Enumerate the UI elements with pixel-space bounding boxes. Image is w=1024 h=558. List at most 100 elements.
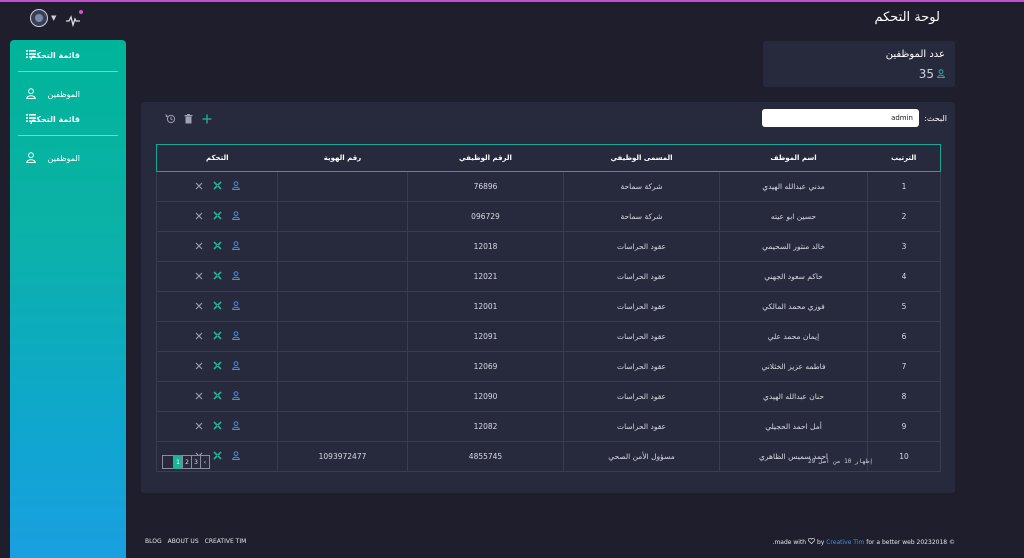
activity-icon[interactable]	[66, 10, 84, 28]
close-icon[interactable]	[195, 272, 203, 282]
user-icon[interactable]	[231, 241, 240, 252]
footer-links: BLOG ABOUT US CREATIVE TIM	[145, 538, 246, 545]
search-input[interactable]	[762, 109, 919, 127]
close-icon[interactable]	[195, 362, 203, 372]
pagination: 1 2 3 ‹	[162, 455, 210, 469]
column-header-rank[interactable]: الترتيب	[867, 144, 941, 172]
sidebar-item-label: قائمة التحكم	[30, 114, 80, 124]
edit-icon[interactable]	[212, 391, 222, 402]
column-header-employee-id[interactable]: الرقم الوظيفي	[407, 144, 564, 172]
column-header-name[interactable]: اسم الموظف	[719, 144, 868, 172]
footer-brand-link[interactable]: Creative Tim	[826, 539, 864, 546]
edit-icon[interactable]	[212, 421, 222, 432]
sidebar-item-dashboard-2[interactable]: قائمة التحكم	[10, 108, 126, 130]
sidebar-item-label: الموظفين	[47, 153, 80, 163]
user-icon[interactable]	[231, 451, 240, 462]
sidebar-item-employees-2[interactable]: الموظفين	[10, 147, 126, 169]
sidebar-item-label: قائمة التحكم	[30, 50, 80, 60]
footer-link-blog[interactable]: BLOG	[145, 538, 162, 545]
sidebar-item-dashboard[interactable]: قائمة التحكم	[10, 44, 126, 66]
edit-icon[interactable]	[212, 181, 222, 192]
user-icon[interactable]	[231, 181, 240, 192]
notification-dot	[79, 10, 84, 14]
user-icon[interactable]	[231, 301, 240, 312]
cell-national-id	[277, 171, 408, 202]
pagination-next-button[interactable]: ‹	[200, 455, 210, 469]
cell-job-title: شركة سماحة	[563, 201, 720, 232]
user-icon[interactable]	[231, 271, 240, 282]
cell-national-id	[277, 231, 408, 262]
cell-name: إيمان محمد علي	[719, 321, 868, 352]
close-icon[interactable]	[195, 392, 203, 402]
search-label: البحث:	[924, 114, 947, 123]
user-icon[interactable]	[231, 331, 240, 342]
cell-national-id	[277, 201, 408, 232]
close-icon[interactable]	[195, 332, 203, 342]
employee-count-value: 35	[918, 67, 934, 81]
edit-icon[interactable]	[212, 331, 222, 342]
cell-name: مدني عبدالله الهيدي	[719, 171, 868, 202]
cell-name: حنان عبدالله الهيدي	[719, 381, 868, 412]
list-icon	[26, 49, 36, 59]
list-icon	[26, 113, 36, 123]
footer-link-creative-tim[interactable]: CREATIVE TIM	[205, 538, 247, 545]
table-toolbar	[165, 113, 212, 124]
cell-job-title: عقود الحراسات	[563, 351, 720, 382]
user-icon[interactable]	[231, 421, 240, 432]
cell-name: فوزي محمد المالكي	[719, 291, 868, 322]
column-header-national-id[interactable]: رقم الهوية	[277, 144, 408, 172]
table-row: 10 احمد سميس الظاهري مسؤول الأمن الصحي 4855…	[156, 441, 941, 472]
cell-employee-id: 12069	[407, 351, 564, 382]
chevron-down-icon[interactable]: ▼	[51, 14, 56, 22]
cell-actions	[156, 411, 278, 442]
table-row: 2 حسين ابو عيته شركة سماحة 096729	[156, 201, 941, 232]
footer-link-about[interactable]: ABOUT US	[168, 538, 199, 545]
edit-icon[interactable]	[212, 241, 222, 252]
table-row: 3 خالد منثور السحيمي عقود الحراسات 12018	[156, 231, 941, 262]
cell-job-title: عقود الحراسات	[563, 261, 720, 292]
cell-rank: 9	[867, 411, 941, 442]
cell-employee-id: 76896	[407, 171, 564, 202]
trash-icon[interactable]	[183, 113, 194, 124]
cell-rank: 8	[867, 381, 941, 412]
cell-national-id	[277, 351, 408, 382]
cell-rank: 5	[867, 291, 941, 322]
avatar[interactable]	[30, 9, 48, 27]
cell-actions	[156, 291, 278, 322]
close-icon[interactable]	[195, 422, 203, 432]
cell-employee-id: 12082	[407, 411, 564, 442]
employee-count: 35	[919, 67, 945, 81]
cell-actions	[156, 381, 278, 412]
cell-employee-id: 12018	[407, 231, 564, 262]
cell-actions	[156, 171, 278, 202]
edit-icon[interactable]	[212, 211, 222, 222]
history-icon[interactable]	[165, 113, 176, 124]
close-icon[interactable]	[195, 302, 203, 312]
edit-icon[interactable]	[212, 301, 222, 312]
column-header-job-title[interactable]: المسمى الوظيفي	[563, 144, 720, 172]
cell-name: أمل احمد الحجيلي	[719, 411, 868, 442]
user-icon[interactable]	[231, 361, 240, 372]
cell-rank: 10	[867, 441, 941, 472]
cell-rank: 1	[867, 171, 941, 202]
cell-name: حاكم سعود الجهني	[719, 261, 868, 292]
edit-icon[interactable]	[212, 361, 222, 372]
edit-icon[interactable]	[212, 451, 222, 462]
user-icon	[937, 67, 945, 81]
cell-employee-id: 12021	[407, 261, 564, 292]
edit-icon[interactable]	[212, 271, 222, 282]
cell-actions	[156, 261, 278, 292]
close-icon[interactable]	[195, 242, 203, 252]
sidebar-item-employees[interactable]: الموظفين	[10, 83, 126, 105]
close-icon[interactable]	[195, 182, 203, 192]
close-icon[interactable]	[195, 212, 203, 222]
cell-national-id	[277, 381, 408, 412]
table-row: 4 حاكم سعود الجهني عقود الحراسات 12021	[156, 261, 941, 292]
cell-actions	[156, 231, 278, 262]
user-icon[interactable]	[231, 211, 240, 222]
page-title: لوحة التحكم	[874, 10, 940, 25]
add-icon[interactable]	[201, 113, 212, 124]
footer-copyright: .made with by Creative Tim for a better …	[772, 537, 955, 546]
employee-count-title: عدد الموظفين	[885, 49, 945, 60]
user-icon[interactable]	[231, 391, 240, 402]
